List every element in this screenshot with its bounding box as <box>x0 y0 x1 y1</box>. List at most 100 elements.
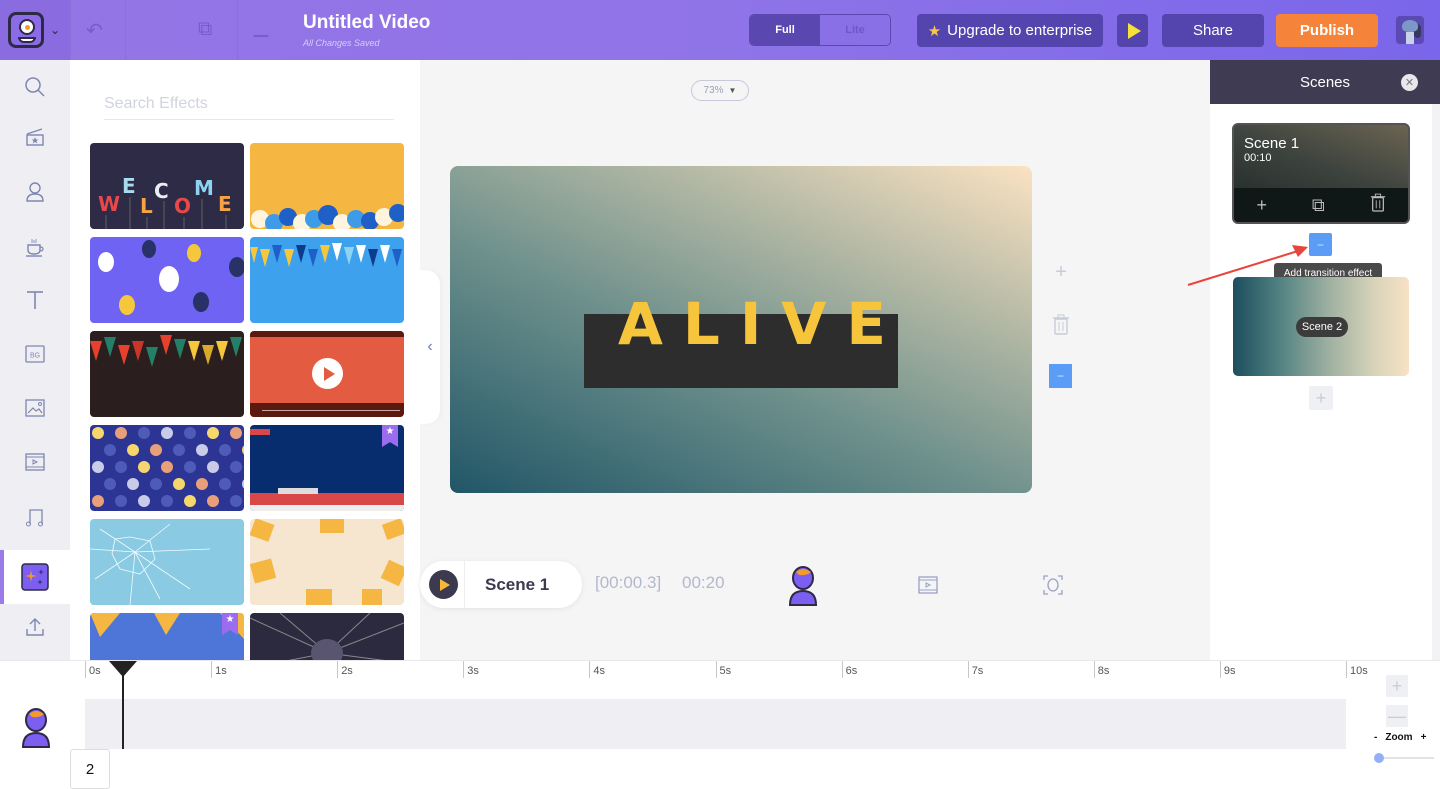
mode-toggle[interactable]: Full Lite <box>749 14 891 46</box>
effect-speed-lines[interactable] <box>250 613 404 660</box>
zoom-plus-label: + <box>1420 732 1427 743</box>
effect-balloons-orange[interactable] <box>250 143 404 229</box>
effect-bunting-blue[interactable] <box>250 237 404 323</box>
sidebar-item-text[interactable] <box>0 273 70 327</box>
layer-count-badge[interactable]: 2 <box>70 749 110 789</box>
save-status: All Changes Saved <box>303 38 380 48</box>
effect-video-player[interactable] <box>250 331 404 417</box>
fullscreen-icon[interactable] <box>1042 574 1064 596</box>
sidebar-item-characters[interactable] <box>0 165 70 219</box>
upload-icon <box>26 618 44 636</box>
caret-down-icon: ▼ <box>728 86 737 95</box>
ruler-tick: 9s <box>1219 661 1236 678</box>
video-title[interactable]: Untitled Video <box>303 12 430 34</box>
effect-balloons-purple[interactable] <box>90 237 244 323</box>
ruler-tick: 5s <box>715 661 731 678</box>
text-icon <box>27 291 43 309</box>
redo-icon[interactable]: ⚊ <box>252 18 270 43</box>
mode-full[interactable]: Full <box>750 15 820 45</box>
effect-bunting-dark[interactable] <box>90 331 244 417</box>
effect-pizza-slices[interactable]: ★ <box>90 613 244 660</box>
add-transition-button[interactable]: − <box>1309 233 1332 256</box>
add-icon[interactable]: + <box>1050 261 1072 283</box>
character-icon[interactable] <box>787 566 819 606</box>
scenes-title: Scenes <box>1299 73 1351 91</box>
mode-lite[interactable]: Lite <box>820 15 890 45</box>
effect-welcome-balloons[interactable]: WELCOME <box>90 143 244 229</box>
film-icon[interactable] <box>917 574 939 596</box>
trash-icon[interactable] <box>1050 313 1072 337</box>
clapperboard-icon <box>26 128 44 146</box>
timeline-zoom-slider[interactable] <box>1374 753 1434 763</box>
scene-card[interactable]: Scene 2 <box>1233 277 1409 376</box>
character-layer-icon <box>21 708 51 748</box>
scene-canvas[interactable]: ALIVE <box>450 166 1032 493</box>
share-button[interactable]: Share <box>1162 14 1264 47</box>
close-icon[interactable]: ✕ <box>1401 74 1418 91</box>
effects-panel: WELCOME <box>70 60 420 660</box>
ruler-tick: 0s <box>85 661 101 678</box>
top-bar: ⌄ ↶ ⧉ ⚊ Untitled Video All Changes Saved… <box>0 0 1440 60</box>
chevron-down-icon: ⌄ <box>50 23 61 37</box>
search-icon <box>25 77 45 97</box>
app-menu[interactable]: ⌄ <box>0 0 70 60</box>
effect-breaking-news[interactable]: ★ <box>250 425 404 511</box>
ruler-tick: 6s <box>841 661 857 678</box>
add-scene-icon[interactable]: + <box>1256 195 1267 216</box>
svg-text:W: W <box>98 192 120 216</box>
video-icon <box>25 453 45 471</box>
sidebar-item-images[interactable] <box>0 381 70 435</box>
zoom-label: Zoom <box>1385 732 1413 743</box>
duplicate-scene-icon[interactable]: ⧉ <box>1312 195 1325 216</box>
star-icon: ★ <box>927 22 942 40</box>
scene-name: Scene 1 <box>1244 135 1300 152</box>
premium-badge-icon: ★ <box>382 425 398 447</box>
sidebar-item-music[interactable] <box>0 490 70 544</box>
sparkle-icon <box>21 563 49 591</box>
zoom-slider-knob[interactable] <box>1374 753 1384 763</box>
sidebar-item-search[interactable] <box>0 60 70 114</box>
sidebar-item-upload[interactable] <box>0 600 70 654</box>
upgrade-button[interactable]: ★ Upgrade to enterprise <box>917 14 1103 47</box>
ruler-tick: 7s <box>967 661 983 678</box>
sidebar-item-templates[interactable] <box>0 110 70 164</box>
sidebar-item-effects[interactable] <box>0 550 70 604</box>
undo-icon[interactable]: ↶ <box>86 18 103 43</box>
effect-cracked-glass[interactable] <box>90 519 244 605</box>
preview-play-button[interactable] <box>1117 14 1148 47</box>
effect-coffee-cups[interactable] <box>250 519 404 605</box>
scenes-scrollbar[interactable] <box>1432 104 1440 660</box>
canvas-zoom-dropdown[interactable]: 73% ▼ <box>691 80 749 101</box>
minus-icon[interactable]: − <box>1049 364 1072 388</box>
playhead-handle[interactable] <box>108 661 137 677</box>
scene-play-button[interactable] <box>429 570 458 599</box>
ruler-tick: 10s <box>1346 661 1368 678</box>
search-effects-input[interactable] <box>104 88 394 120</box>
zoom-in-button[interactable]: + <box>1386 675 1408 697</box>
sidebar-item-videos[interactable] <box>0 435 70 489</box>
timeline: 0s 1s 2s 3s 4s 5s 6s 7s 8s 9s 10s 2 + — - Zoom + <box>0 660 1440 789</box>
delete-scene-icon[interactable] <box>1370 193 1386 218</box>
publish-button[interactable]: Publish <box>1276 14 1378 47</box>
timeline-track[interactable] <box>85 699 1346 749</box>
svg-text:O: O <box>174 194 191 218</box>
zoom-value: 73% <box>703 85 724 96</box>
scene-name: Scene 2 <box>1296 317 1348 337</box>
duplicate-icon[interactable]: ⧉ <box>198 18 212 41</box>
sidebar-item-backgrounds[interactable]: BG <box>0 327 70 381</box>
zoom-out-button[interactable]: — <box>1386 705 1408 727</box>
scene-card[interactable]: Scene 1 00:10 + ⧉ <box>1232 123 1410 224</box>
headline-text[interactable]: ALIVE <box>618 290 906 358</box>
effect-polka-dots[interactable] <box>90 425 244 511</box>
ruler-tick: 2s <box>337 661 353 678</box>
add-scene-button[interactable]: + <box>1309 386 1333 410</box>
sidebar-item-props[interactable] <box>0 220 70 274</box>
left-sidebar: BG <box>0 60 70 660</box>
svg-text:M: M <box>194 176 214 200</box>
music-note-icon <box>26 509 43 527</box>
collapse-panel-button[interactable]: ‹ <box>420 270 440 424</box>
ruler-tick: 4s <box>589 661 605 678</box>
user-avatar[interactable] <box>1395 15 1425 45</box>
playhead-line[interactable] <box>121 669 124 749</box>
chevron-left-icon: ‹ <box>427 338 433 355</box>
